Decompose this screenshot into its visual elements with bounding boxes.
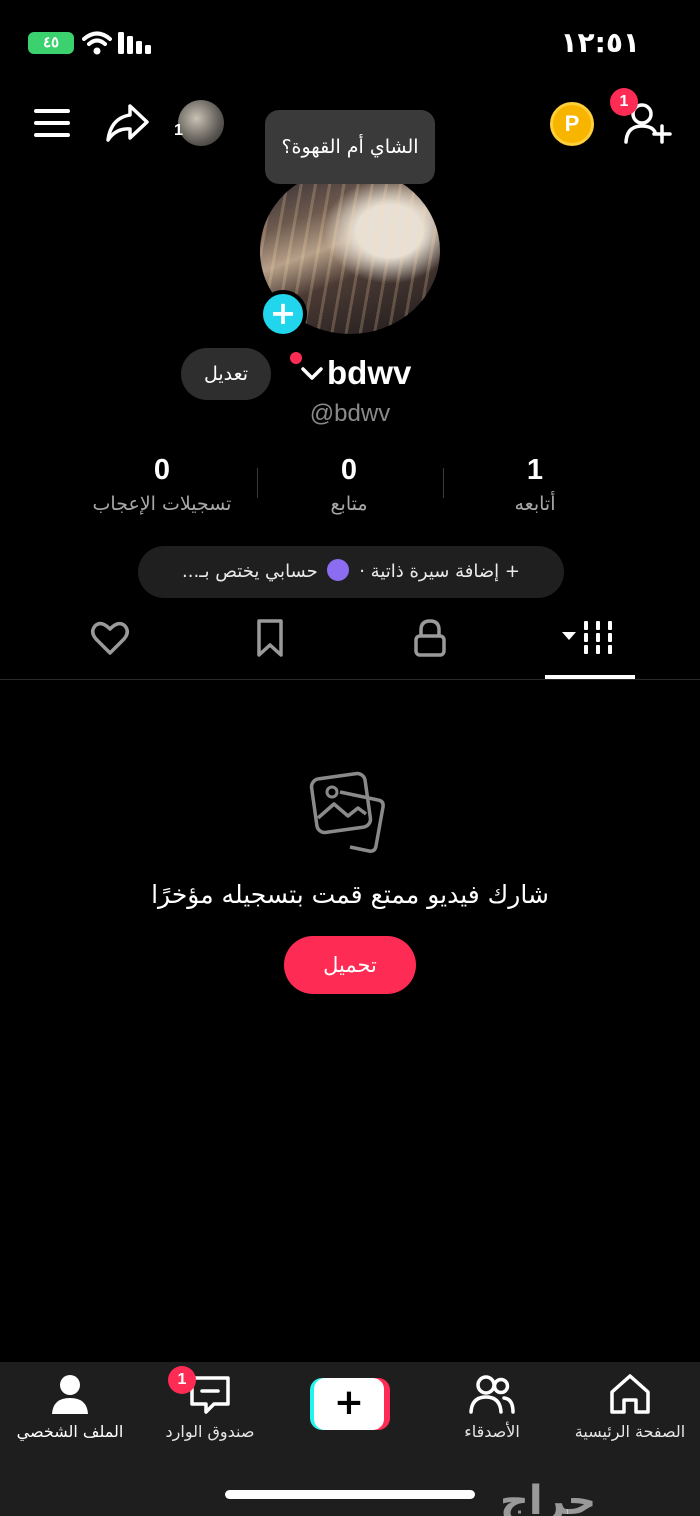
nav-inbox-label: صندوق الوارد <box>165 1422 255 1441</box>
share-icon[interactable] <box>104 102 150 144</box>
inbox-badge: 1 <box>168 1366 196 1394</box>
stat-following-value: 1 <box>526 454 544 486</box>
bookmark-icon <box>257 619 283 657</box>
profile-icon <box>52 1375 88 1414</box>
story-avatar[interactable] <box>178 100 224 146</box>
tab-videos[interactable] <box>545 618 635 674</box>
notification-dot <box>290 352 302 364</box>
stat-divider <box>443 468 444 498</box>
videos-grid-icon <box>562 621 612 654</box>
nav-friends-label: الأصدقاء <box>464 1422 520 1441</box>
nav-home-label: الصفحة الرئيسية <box>574 1422 686 1441</box>
bio-account-label: حسابي يختص بـ... <box>182 561 318 582</box>
stat-divider <box>257 468 258 498</box>
home-indicator <box>225 1490 475 1499</box>
stat-likes[interactable]: 0 تسجيلات الإعجاب <box>72 454 252 515</box>
tab-saved[interactable] <box>225 618 315 674</box>
menu-icon[interactable] <box>32 106 72 140</box>
story-count: 1 <box>174 122 183 139</box>
stat-followers-value: 0 <box>340 454 358 486</box>
stat-following[interactable]: 1 أتابعه <box>445 454 625 515</box>
notification-badge: 1 <box>610 88 638 116</box>
upload-button[interactable]: تحميل <box>284 936 416 994</box>
nav-profile-label: الملف الشخصي <box>16 1422 124 1441</box>
coin-icon[interactable]: P <box>550 102 594 146</box>
smiley-icon <box>327 559 350 581</box>
tabs-divider <box>0 679 700 680</box>
stat-likes-label: تسجيلات الإعجاب <box>92 493 232 515</box>
wifi-icon <box>82 31 112 55</box>
lock-icon <box>414 619 446 657</box>
watermark-logo: حراج <box>500 1478 597 1516</box>
empty-state-message: شارك فيديو ممتع قمت بتسجيله مؤخرًا <box>151 880 549 909</box>
stat-following-label: أتابعه <box>514 493 556 515</box>
chevron-down-icon[interactable] <box>300 366 324 382</box>
add-bio-label: + إضافة سيرة ذاتية <box>370 561 520 582</box>
create-plus-icon: + <box>314 1378 384 1430</box>
nav-profile[interactable]: الملف الشخصي <box>0 1372 140 1441</box>
nav-friends[interactable]: الأصدقاء <box>422 1372 562 1441</box>
stat-followers[interactable]: 0 متابع <box>259 454 439 515</box>
edit-profile-button[interactable]: تعديل <box>181 348 271 400</box>
tab-private[interactable] <box>385 618 475 674</box>
home-icon <box>610 1374 650 1414</box>
display-name[interactable]: bdwv <box>327 354 411 392</box>
username-handle: @bdwv <box>309 400 391 427</box>
signal-icon <box>118 32 151 54</box>
photo-stack-icon <box>309 771 385 853</box>
add-bio-button[interactable]: + إضافة سيرة ذاتية · حسابي يختص بـ... <box>138 546 564 598</box>
battery-indicator: ٤٥ <box>28 32 74 54</box>
nav-inbox[interactable]: صندوق الوارد <box>140 1372 280 1441</box>
heart-icon <box>91 621 129 655</box>
friends-icon <box>469 1375 515 1414</box>
status-time: ١٢:٥١ <box>560 26 640 59</box>
coin-label: P <box>564 111 580 136</box>
battery-level: ٤٥ <box>42 34 60 51</box>
create-button[interactable]: + <box>310 1378 390 1430</box>
bio-separator: · <box>359 561 365 582</box>
stat-followers-label: متابع <box>330 493 368 515</box>
tooltip-bubble[interactable]: الشاي أم القهوة؟ <box>265 110 435 184</box>
stat-likes-value: 0 <box>153 454 171 486</box>
tab-liked[interactable] <box>65 618 155 674</box>
nav-home[interactable]: الصفحة الرئيسية <box>560 1372 700 1441</box>
add-story-plus-icon[interactable]: + <box>259 290 307 338</box>
